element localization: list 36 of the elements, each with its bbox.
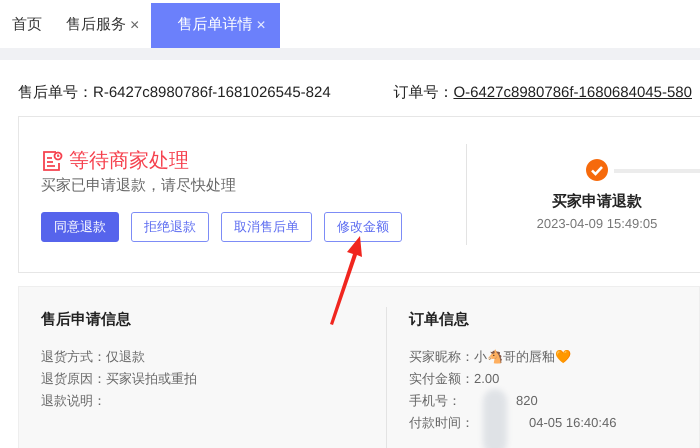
field-label: 订单号： xyxy=(393,84,454,101)
field-label: 退货方式： xyxy=(41,348,106,366)
step-title: 买家申请退款 xyxy=(552,192,642,212)
field-value: 小🐴哥的唇釉🧡 xyxy=(474,348,571,366)
field-value: 仅退款 xyxy=(106,348,145,366)
document-clock-icon xyxy=(41,150,63,172)
field-label: 买家昵称： xyxy=(409,348,474,366)
tab[interactable]: 售后服务 × xyxy=(54,3,152,48)
action-button[interactable]: 取消售后单 xyxy=(221,212,312,242)
field-value: 买家误拍或重拍 xyxy=(106,370,197,388)
tab[interactable]: 首页 xyxy=(0,3,54,48)
field-label: 付款时间： xyxy=(409,414,474,432)
tab-label[interactable]: 售后单详情 xyxy=(177,14,252,37)
order-number-link[interactable]: O-6427c8980786f-1680684045-580 xyxy=(453,84,692,101)
status-title: 等待商家处理 xyxy=(69,149,189,173)
tab-label[interactable]: 售后服务 xyxy=(66,14,126,37)
close-icon[interactable]: × xyxy=(130,14,140,38)
field-label: 退货原因： xyxy=(41,370,106,388)
field-label: 实付金额： xyxy=(409,370,474,388)
close-icon[interactable]: × xyxy=(256,14,266,38)
tab[interactable]: 售后单详情 × xyxy=(151,3,280,48)
field-value: 04-05 16:40:46 xyxy=(529,414,616,432)
section-title: 订单信息 xyxy=(409,310,470,330)
field-label: 售后单号： xyxy=(18,84,93,101)
action-button[interactable]: 修改金额 xyxy=(324,212,402,242)
after-sale-number: R-6427c8980786f-1681026545-824 xyxy=(93,84,331,101)
field-label: 手机号： xyxy=(409,392,461,410)
tab-label[interactable]: 首页 xyxy=(12,14,42,37)
action-button[interactable]: 拒绝退款 xyxy=(131,212,209,242)
step-time: 2023-04-09 15:49:05 xyxy=(536,214,658,232)
section-title: 售后申请信息 xyxy=(41,310,132,330)
agree-refund-button[interactable]: 同意退款 xyxy=(41,212,119,242)
field-value: 2.00 xyxy=(474,370,500,388)
status-message: 买家已申请退款，请尽快处理 xyxy=(41,176,237,196)
field-label: 退款说明： xyxy=(41,392,106,410)
field-value: 820 xyxy=(516,392,538,410)
